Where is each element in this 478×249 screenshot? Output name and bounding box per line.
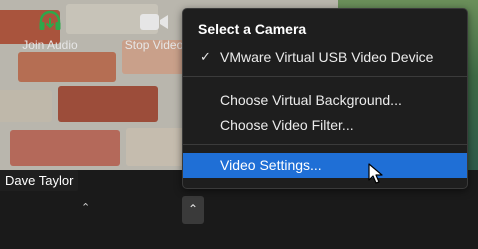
- participant-name-tag: Dave Taylor: [0, 170, 79, 191]
- menu-separator: [183, 144, 467, 145]
- menu-item-virtual-background[interactable]: Choose Virtual Background...: [183, 88, 467, 112]
- menu-item-label: Video Settings...: [220, 157, 322, 173]
- menu-item-label: Choose Virtual Background...: [220, 92, 402, 108]
- brick: [18, 52, 116, 82]
- check-icon: ✓: [200, 49, 211, 64]
- headphones-icon: [39, 10, 61, 30]
- video-options-caret[interactable]: ⌃: [182, 196, 204, 224]
- camera-menu: Select a Camera ✓ VMware Virtual USB Vid…: [182, 8, 468, 189]
- join-audio-button[interactable]: Join Audio: [12, 4, 88, 52]
- video-camera-icon: [140, 14, 168, 30]
- menu-item-camera-device[interactable]: ✓ VMware Virtual USB Video Device: [183, 45, 467, 69]
- brick: [58, 86, 158, 122]
- chevron-up-icon: ⌃: [81, 202, 91, 214]
- mouse-pointer-icon: [368, 163, 383, 184]
- menu-title: Select a Camera: [198, 21, 307, 37]
- brick: [126, 128, 186, 166]
- chevron-up-icon: ⌃: [187, 202, 199, 216]
- menu-separator: [183, 76, 467, 77]
- menu-item-label: Choose Video Filter...: [220, 117, 354, 133]
- brick: [0, 90, 52, 122]
- meeting-toolbar: [0, 191, 478, 249]
- menu-item-video-settings[interactable]: Video Settings...: [183, 153, 467, 178]
- brick: [10, 130, 120, 166]
- audio-options-caret[interactable]: ⌃: [81, 201, 90, 214]
- menu-item-video-filter[interactable]: Choose Video Filter...: [183, 113, 467, 137]
- camera-device-label: VMware Virtual USB Video Device: [220, 49, 434, 65]
- join-audio-label: Join Audio: [22, 38, 78, 52]
